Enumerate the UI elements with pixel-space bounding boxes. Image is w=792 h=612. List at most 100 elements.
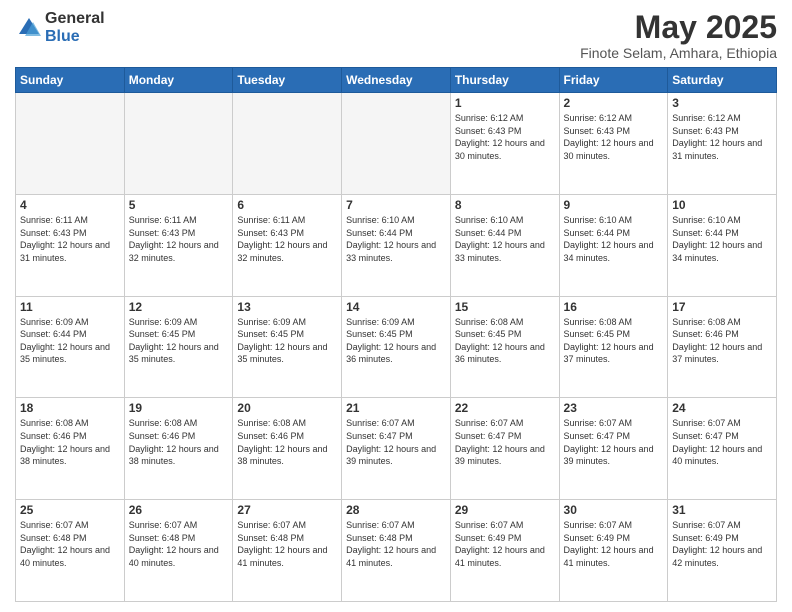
calendar-cell: 17 Sunrise: 6:08 AMSunset: 6:46 PMDayligh… bbox=[668, 296, 777, 398]
day-info: Sunrise: 6:08 AMSunset: 6:45 PMDaylight:… bbox=[455, 316, 555, 366]
calendar-cell: 21 Sunrise: 6:07 AMSunset: 6:47 PMDayligh… bbox=[342, 398, 451, 500]
calendar-week-1: 1 Sunrise: 6:12 AMSunset: 6:43 PMDaylight… bbox=[16, 93, 777, 195]
day-info: Sunrise: 6:07 AMSunset: 6:49 PMDaylight:… bbox=[455, 519, 555, 569]
day-info: Sunrise: 6:09 AMSunset: 6:45 PMDaylight:… bbox=[346, 316, 446, 366]
calendar-cell: 4 Sunrise: 6:11 AMSunset: 6:43 PMDaylight… bbox=[16, 194, 125, 296]
calendar-header-friday: Friday bbox=[559, 68, 668, 93]
day-info: Sunrise: 6:07 AMSunset: 6:47 PMDaylight:… bbox=[672, 417, 772, 467]
calendar-table: SundayMondayTuesdayWednesdayThursdayFrid… bbox=[15, 67, 777, 602]
day-number: 17 bbox=[672, 300, 772, 314]
calendar-week-3: 11 Sunrise: 6:09 AMSunset: 6:44 PMDayligh… bbox=[16, 296, 777, 398]
day-info: Sunrise: 6:09 AMSunset: 6:45 PMDaylight:… bbox=[237, 316, 337, 366]
day-info: Sunrise: 6:12 AMSunset: 6:43 PMDaylight:… bbox=[564, 112, 664, 162]
day-info: Sunrise: 6:07 AMSunset: 6:48 PMDaylight:… bbox=[346, 519, 446, 569]
logo: General Blue bbox=[15, 10, 105, 45]
day-info: Sunrise: 6:07 AMSunset: 6:48 PMDaylight:… bbox=[20, 519, 120, 569]
day-info: Sunrise: 6:12 AMSunset: 6:43 PMDaylight:… bbox=[672, 112, 772, 162]
day-info: Sunrise: 6:11 AMSunset: 6:43 PMDaylight:… bbox=[20, 214, 120, 264]
calendar-cell: 30 Sunrise: 6:07 AMSunset: 6:49 PMDayligh… bbox=[559, 500, 668, 602]
calendar-cell: 27Sunrise: 6:07 AMSunset: 6:48 PMDayligh… bbox=[233, 500, 342, 602]
day-info: Sunrise: 6:07 AMSunset: 6:48 PMDaylight:… bbox=[129, 519, 229, 569]
day-number: 26 bbox=[129, 503, 229, 517]
calendar-cell bbox=[342, 93, 451, 195]
day-number: 30 bbox=[564, 503, 664, 517]
calendar-cell: 9 Sunrise: 6:10 AMSunset: 6:44 PMDaylight… bbox=[559, 194, 668, 296]
calendar-cell: 16Sunrise: 6:08 AMSunset: 6:45 PMDayligh… bbox=[559, 296, 668, 398]
day-number: 21 bbox=[346, 401, 446, 415]
calendar-cell: 24 Sunrise: 6:07 AMSunset: 6:47 PMDayligh… bbox=[668, 398, 777, 500]
calendar-cell: 12 Sunrise: 6:09 AMSunset: 6:45 PMDayligh… bbox=[124, 296, 233, 398]
calendar-cell: 8 Sunrise: 6:10 AMSunset: 6:44 PMDaylight… bbox=[450, 194, 559, 296]
day-info: Sunrise: 6:07 AMSunset: 6:49 PMDaylight:… bbox=[564, 519, 664, 569]
logo-blue: Blue bbox=[45, 28, 105, 46]
calendar-cell: 29 Sunrise: 6:07 AMSunset: 6:49 PMDayligh… bbox=[450, 500, 559, 602]
calendar-cell: 2Sunrise: 6:12 AMSunset: 6:43 PMDaylight… bbox=[559, 93, 668, 195]
day-number: 1 bbox=[455, 96, 555, 110]
day-number: 29 bbox=[455, 503, 555, 517]
calendar-cell: 15Sunrise: 6:08 AMSunset: 6:45 PMDayligh… bbox=[450, 296, 559, 398]
day-info: Sunrise: 6:10 AMSunset: 6:44 PMDaylight:… bbox=[455, 214, 555, 264]
day-info: Sunrise: 6:12 AMSunset: 6:43 PMDaylight:… bbox=[455, 112, 555, 162]
calendar-cell: 13 Sunrise: 6:09 AMSunset: 6:45 PMDayligh… bbox=[233, 296, 342, 398]
day-info: Sunrise: 6:07 AMSunset: 6:47 PMDaylight:… bbox=[346, 417, 446, 467]
day-info: Sunrise: 6:09 AMSunset: 6:44 PMDaylight:… bbox=[20, 316, 120, 366]
calendar-cell bbox=[233, 93, 342, 195]
calendar-header-tuesday: Tuesday bbox=[233, 68, 342, 93]
day-number: 16 bbox=[564, 300, 664, 314]
calendar-header-row: SundayMondayTuesdayWednesdayThursdayFrid… bbox=[16, 68, 777, 93]
day-number: 19 bbox=[129, 401, 229, 415]
day-info: Sunrise: 6:10 AMSunset: 6:44 PMDaylight:… bbox=[346, 214, 446, 264]
day-number: 5 bbox=[129, 198, 229, 212]
calendar-header-thursday: Thursday bbox=[450, 68, 559, 93]
day-number: 22 bbox=[455, 401, 555, 415]
day-number: 13 bbox=[237, 300, 337, 314]
calendar-cell: 6 Sunrise: 6:11 AMSunset: 6:43 PMDaylight… bbox=[233, 194, 342, 296]
day-number: 18 bbox=[20, 401, 120, 415]
calendar-cell: 31Sunrise: 6:07 AMSunset: 6:49 PMDayligh… bbox=[668, 500, 777, 602]
title-block: May 2025 Finote Selam, Amhara, Ethiopia bbox=[580, 10, 777, 61]
day-number: 11 bbox=[20, 300, 120, 314]
location-subtitle: Finote Selam, Amhara, Ethiopia bbox=[580, 45, 777, 61]
calendar-cell: 28Sunrise: 6:07 AMSunset: 6:48 PMDayligh… bbox=[342, 500, 451, 602]
calendar-cell: 20 Sunrise: 6:08 AMSunset: 6:46 PMDayligh… bbox=[233, 398, 342, 500]
calendar-cell: 7 Sunrise: 6:10 AMSunset: 6:44 PMDaylight… bbox=[342, 194, 451, 296]
day-number: 8 bbox=[455, 198, 555, 212]
day-number: 9 bbox=[564, 198, 664, 212]
day-info: Sunrise: 6:08 AMSunset: 6:46 PMDaylight:… bbox=[237, 417, 337, 467]
day-number: 23 bbox=[564, 401, 664, 415]
day-info: Sunrise: 6:08 AMSunset: 6:46 PMDaylight:… bbox=[672, 316, 772, 366]
calendar-header-monday: Monday bbox=[124, 68, 233, 93]
calendar-header-sunday: Sunday bbox=[16, 68, 125, 93]
calendar-cell bbox=[16, 93, 125, 195]
calendar-cell: 26 Sunrise: 6:07 AMSunset: 6:48 PMDayligh… bbox=[124, 500, 233, 602]
day-number: 3 bbox=[672, 96, 772, 110]
day-number: 12 bbox=[129, 300, 229, 314]
calendar-cell: 10Sunrise: 6:10 AMSunset: 6:44 PMDayligh… bbox=[668, 194, 777, 296]
day-info: Sunrise: 6:07 AMSunset: 6:47 PMDaylight:… bbox=[455, 417, 555, 467]
calendar-cell: 19 Sunrise: 6:08 AMSunset: 6:46 PMDayligh… bbox=[124, 398, 233, 500]
day-number: 7 bbox=[346, 198, 446, 212]
page: General Blue May 2025 Finote Selam, Amha… bbox=[0, 0, 792, 612]
day-info: Sunrise: 6:10 AMSunset: 6:44 PMDaylight:… bbox=[564, 214, 664, 264]
calendar-cell: 23 Sunrise: 6:07 AMSunset: 6:47 PMDayligh… bbox=[559, 398, 668, 500]
day-number: 6 bbox=[237, 198, 337, 212]
day-number: 10 bbox=[672, 198, 772, 212]
day-number: 20 bbox=[237, 401, 337, 415]
day-info: Sunrise: 6:09 AMSunset: 6:45 PMDaylight:… bbox=[129, 316, 229, 366]
day-info: Sunrise: 6:11 AMSunset: 6:43 PMDaylight:… bbox=[237, 214, 337, 264]
calendar-week-2: 4 Sunrise: 6:11 AMSunset: 6:43 PMDaylight… bbox=[16, 194, 777, 296]
day-info: Sunrise: 6:08 AMSunset: 6:46 PMDaylight:… bbox=[129, 417, 229, 467]
calendar-cell: 18Sunrise: 6:08 AMSunset: 6:46 PMDayligh… bbox=[16, 398, 125, 500]
day-info: Sunrise: 6:07 AMSunset: 6:48 PMDaylight:… bbox=[237, 519, 337, 569]
calendar-cell bbox=[124, 93, 233, 195]
day-info: Sunrise: 6:07 AMSunset: 6:47 PMDaylight:… bbox=[564, 417, 664, 467]
day-number: 4 bbox=[20, 198, 120, 212]
day-info: Sunrise: 6:11 AMSunset: 6:43 PMDaylight:… bbox=[129, 214, 229, 264]
calendar-week-5: 25 Sunrise: 6:07 AMSunset: 6:48 PMDayligh… bbox=[16, 500, 777, 602]
calendar-header-wednesday: Wednesday bbox=[342, 68, 451, 93]
calendar-cell: 14 Sunrise: 6:09 AMSunset: 6:45 PMDayligh… bbox=[342, 296, 451, 398]
calendar-cell: 11 Sunrise: 6:09 AMSunset: 6:44 PMDayligh… bbox=[16, 296, 125, 398]
day-number: 24 bbox=[672, 401, 772, 415]
day-number: 14 bbox=[346, 300, 446, 314]
day-number: 25 bbox=[20, 503, 120, 517]
